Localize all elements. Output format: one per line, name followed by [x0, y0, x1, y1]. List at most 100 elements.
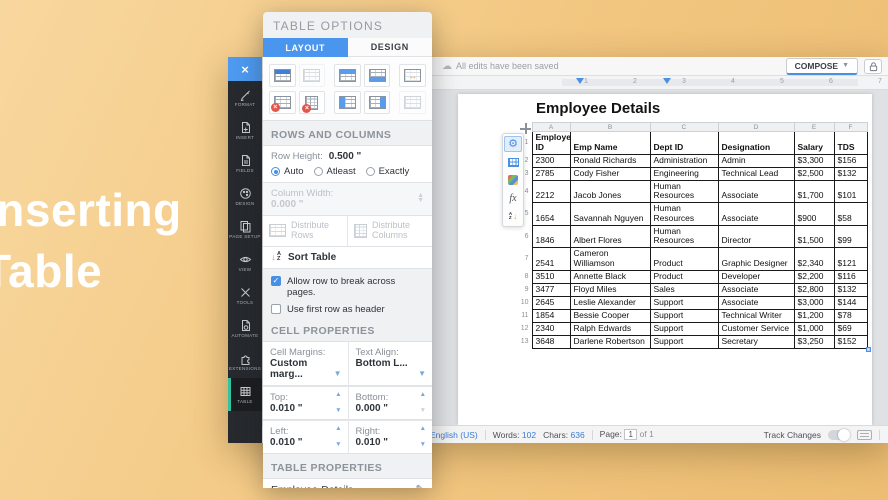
table-cell[interactable]: $152 — [833, 334, 868, 349]
document-heading[interactable]: Employee Details — [536, 100, 660, 117]
table-cell[interactable]: Albert Flores — [569, 224, 651, 249]
table-cell[interactable]: Employee ID — [531, 131, 571, 155]
sidebar-item-automate[interactable]: AUTOMATE — [228, 312, 262, 345]
table-cell[interactable]: Designation — [717, 131, 795, 155]
table-cell[interactable]: $1,500 — [793, 224, 835, 249]
table-cell[interactable]: Developer — [717, 269, 795, 284]
table-cell[interactable]: Customer Service — [717, 321, 795, 336]
formula-icon[interactable]: fx — [504, 190, 522, 206]
margin-left-stepper[interactable]: Left: 0.010 " ▲ ▼ — [263, 419, 348, 453]
table-cell[interactable]: 1854 — [531, 308, 571, 323]
table-cell[interactable]: Associate — [717, 282, 795, 297]
table-cell[interactable]: $2,800 — [793, 282, 835, 297]
table-resize-handle[interactable] — [865, 346, 871, 352]
table-cell[interactable]: 2541 — [531, 247, 571, 271]
table-cell[interactable]: Bessie Cooper — [569, 308, 651, 323]
table-cell[interactable]: Technical Writer — [717, 308, 795, 323]
table-cell[interactable]: Support — [649, 321, 719, 336]
sidebar-item-page-setup[interactable]: PAGE SETUP — [228, 213, 262, 246]
sidebar-item-fields[interactable]: FIELDS — [228, 147, 262, 180]
table-cell[interactable]: 2785 — [531, 166, 571, 181]
sort-icon[interactable]: A Z ↓ — [504, 208, 522, 224]
row-number[interactable]: 11 — [518, 309, 532, 322]
table-cell[interactable]: $99 — [833, 224, 868, 249]
table-cell[interactable]: Director — [717, 224, 795, 249]
table-cell[interactable]: Jacob Jones — [569, 179, 651, 204]
word-count[interactable]: Words: 102 — [493, 430, 536, 440]
table-cell[interactable]: $1,000 — [793, 321, 835, 336]
table-cell[interactable]: $156 — [833, 153, 868, 168]
insert-column-right-icon[interactable] — [363, 91, 391, 114]
sidebar-item-extensions[interactable]: EXTENSIONS — [228, 345, 262, 378]
table-cell[interactable]: Emp Name — [569, 131, 651, 155]
radio-atleast[interactable]: Atleast — [313, 166, 356, 177]
sidebar-item-table[interactable]: TABLE — [228, 378, 262, 411]
table-cell[interactable]: $132 — [833, 166, 868, 181]
column-letter[interactable]: C — [649, 122, 719, 132]
table-cell[interactable]: Associate — [717, 295, 795, 310]
row-number[interactable]: 13 — [518, 335, 532, 348]
table-cell[interactable]: Ralph Edwards — [569, 321, 651, 336]
table-cell[interactable]: Human Resources — [649, 224, 719, 249]
column-letter[interactable]: D — [717, 122, 795, 132]
table-cell[interactable]: Savannah Nguyen — [569, 202, 651, 226]
employee-table[interactable]: ABCDEF1Employee IDEmp NameDept IDDesigna… — [518, 122, 868, 349]
table-cell[interactable]: Cameron Williamson — [569, 247, 651, 271]
table-cell[interactable]: $121 — [833, 247, 868, 271]
table-cell[interactable]: Admin — [717, 153, 795, 168]
insert-column-left-icon[interactable] — [334, 91, 361, 114]
table-cell[interactable]: $3,250 — [793, 334, 835, 349]
table-cell[interactable]: $2,200 — [793, 269, 835, 284]
insert-table-icon[interactable] — [269, 64, 296, 87]
row-number[interactable]: 10 — [518, 296, 532, 309]
table-cell[interactable]: $144 — [833, 295, 868, 310]
table-cell[interactable]: Associate — [717, 202, 795, 226]
table-cell[interactable]: $69 — [833, 321, 868, 336]
text-align-dropdown[interactable]: Text Align: Bottom L... ▼ — [347, 341, 433, 385]
table-cell[interactable]: 2340 — [531, 321, 571, 336]
row-number[interactable]: 9 — [518, 283, 532, 296]
table-cell[interactable]: Sales — [649, 282, 719, 297]
lock-document-button[interactable] — [864, 58, 882, 74]
table-cell[interactable]: Human Resources — [649, 202, 719, 226]
delete-column-icon[interactable]: × — [298, 91, 326, 114]
table-cell[interactable]: 1846 — [531, 224, 571, 249]
table-settings-icon[interactable]: ⚙ — [504, 136, 522, 152]
table-cell[interactable]: 2300 — [531, 153, 571, 168]
column-letter[interactable]: F — [833, 122, 868, 132]
table-cell[interactable]: Graphic Designer — [717, 247, 795, 271]
margin-top-stepper[interactable]: Top: 0.010 " ▲ ▼ — [263, 385, 348, 419]
column-letter[interactable]: B — [569, 122, 651, 132]
merge-cells-icon[interactable] — [399, 64, 426, 87]
sidebar-item-view[interactable]: VIEW — [228, 246, 262, 279]
table-cell[interactable]: 3648 — [531, 334, 571, 349]
table-cell[interactable]: Salary — [793, 131, 835, 155]
table-cell[interactable]: $3,000 — [793, 295, 835, 310]
radio-auto[interactable]: Auto — [271, 166, 304, 177]
radio-exactly[interactable]: Exactly — [365, 166, 409, 177]
table-cell[interactable]: Support — [649, 295, 719, 310]
compose-button[interactable]: COMPOSE ▼ — [785, 57, 858, 75]
sidebar-item-insert[interactable]: INSERT — [228, 114, 262, 147]
sidebar-item-design[interactable]: DESIGN — [228, 180, 262, 213]
table-cell[interactable]: Cody Fisher — [569, 166, 651, 181]
sort-table-card[interactable]: ↓ A Z Sort Table — [263, 246, 432, 269]
insert-row-below-icon[interactable] — [363, 64, 391, 87]
language-selector[interactable]: English (US) — [430, 430, 478, 440]
table-cell[interactable]: $58 — [833, 202, 868, 226]
margin-bottom-stepper[interactable]: Bottom: 0.000 " ▲ ▼ — [347, 385, 432, 419]
table-style-icon[interactable] — [504, 172, 522, 188]
ruler-indent-marker[interactable] — [576, 78, 584, 84]
row-number[interactable]: 7 — [518, 248, 532, 271]
row-number[interactable]: 6 — [518, 225, 532, 248]
table-cell[interactable]: Darlene Robertson — [569, 334, 651, 349]
table-cell[interactable]: 3477 — [531, 282, 571, 297]
cell-margins-dropdown[interactable]: Cell Margins: Custom marg... ▼ — [263, 342, 348, 385]
table-cell[interactable]: Dept ID — [649, 131, 719, 155]
track-changes-toggle[interactable] — [828, 428, 850, 441]
delete-row-icon[interactable]: × — [269, 91, 296, 114]
row-height-value[interactable]: 0.500 " — [329, 151, 362, 162]
table-cell[interactable]: Human Resources — [649, 179, 719, 204]
sidebar-item-format[interactable]: FORMAT — [228, 81, 262, 114]
close-icon[interactable]: × — [228, 57, 262, 81]
